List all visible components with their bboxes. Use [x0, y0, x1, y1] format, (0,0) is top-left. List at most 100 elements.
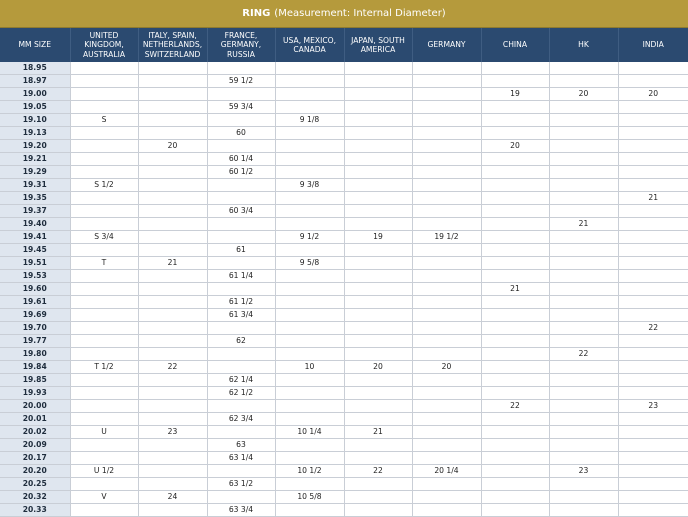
- size-cell: [138, 230, 208, 244]
- size-cell: 10 5/8: [275, 490, 345, 504]
- size-cell: [412, 269, 482, 283]
- size-cell: [412, 74, 482, 88]
- size-cell: [275, 438, 345, 452]
- size-cell: 9 1/8: [275, 113, 345, 127]
- size-cell: S 3/4: [70, 230, 139, 244]
- size-cell: 63 1/4: [207, 451, 276, 465]
- size-cell: V: [70, 490, 139, 504]
- size-cell: [481, 217, 550, 231]
- table-row: 19.93 62 1/2: [0, 386, 688, 400]
- size-cell: [549, 165, 619, 179]
- size-cell: 62 1/4: [207, 373, 276, 387]
- ring-size-table: MM SIZE UNITED KINGDOM, AUSTRALIA ITALY, S…: [0, 28, 688, 517]
- size-cell: [70, 217, 139, 231]
- size-cell: [275, 477, 345, 491]
- size-cell: [618, 113, 688, 127]
- size-cell: [344, 126, 413, 140]
- size-cell: [275, 399, 345, 413]
- mm-size-cell: 19.93: [0, 386, 71, 400]
- mm-size-cell: 19.69: [0, 308, 71, 322]
- size-cell: [138, 438, 208, 452]
- size-cell: [412, 282, 482, 296]
- mm-size-cell: 18.95: [0, 62, 71, 75]
- size-cell: [412, 412, 482, 426]
- size-cell: [412, 438, 482, 452]
- size-cell: [344, 490, 413, 504]
- size-cell: [275, 165, 345, 179]
- table-row: 19.31 S 1/2 9 3/8: [0, 178, 688, 192]
- size-cell: [549, 204, 619, 218]
- size-cell: [70, 503, 139, 517]
- size-cell: [344, 334, 413, 348]
- size-cell: [481, 321, 550, 335]
- column-header: FRANCE, GERMANY, RUSSIA: [207, 28, 276, 62]
- size-cell: 21: [618, 191, 688, 205]
- size-cell: 22: [618, 321, 688, 335]
- table-row: 19.40 21: [0, 217, 688, 231]
- size-cell: 61 1/2: [207, 295, 276, 309]
- size-cell: [481, 256, 550, 270]
- size-cell: [481, 334, 550, 348]
- size-cell: [618, 464, 688, 478]
- size-cell: [481, 100, 550, 114]
- mm-size-cell: 19.13: [0, 126, 71, 140]
- size-cell: [618, 256, 688, 270]
- size-cell: [481, 204, 550, 218]
- mm-size-cell: 20.32: [0, 490, 71, 504]
- title-subtitle: (Measurement: Internal Diameter): [274, 8, 446, 19]
- size-cell: [344, 308, 413, 322]
- size-cell: 21: [138, 256, 208, 270]
- size-cell: [412, 373, 482, 387]
- table-row: 19.37 60 3/4: [0, 204, 688, 218]
- column-header: GERMANY: [412, 28, 482, 62]
- mm-size-cell: 19.37: [0, 204, 71, 218]
- size-cell: [138, 282, 208, 296]
- size-cell: [70, 308, 139, 322]
- size-cell: [207, 360, 276, 374]
- size-cell: [549, 113, 619, 127]
- size-cell: [70, 62, 139, 75]
- size-cell: [70, 386, 139, 400]
- size-cell: [70, 477, 139, 491]
- size-cell: [207, 464, 276, 478]
- size-cell: [344, 113, 413, 127]
- size-cell: [344, 191, 413, 205]
- size-cell: [138, 321, 208, 335]
- size-cell: [412, 217, 482, 231]
- table-title: RING (Measurement: Internal Diameter): [0, 0, 688, 28]
- size-cell: [275, 126, 345, 140]
- size-cell: [275, 269, 345, 283]
- size-cell: [549, 178, 619, 192]
- size-cell: 24: [138, 490, 208, 504]
- size-cell: [344, 269, 413, 283]
- size-cell: [138, 477, 208, 491]
- size-cell: [70, 399, 139, 413]
- size-cell: [549, 399, 619, 413]
- size-cell: [481, 191, 550, 205]
- size-cell: [412, 178, 482, 192]
- size-cell: [412, 451, 482, 465]
- mm-size-cell: 18.97: [0, 74, 71, 88]
- size-cell: [549, 62, 619, 75]
- table-row: 19.13 60: [0, 126, 688, 140]
- size-cell: [70, 438, 139, 452]
- size-cell: [344, 477, 413, 491]
- size-cell: [618, 334, 688, 348]
- size-cell: [618, 477, 688, 491]
- size-cell: [275, 74, 345, 88]
- size-cell: [138, 165, 208, 179]
- size-cell: [549, 334, 619, 348]
- size-cell: [618, 269, 688, 283]
- size-cell: [207, 113, 276, 127]
- size-cell: 9 5/8: [275, 256, 345, 270]
- size-cell: 10 1/4: [275, 425, 345, 439]
- size-cell: [70, 373, 139, 387]
- size-cell: [618, 204, 688, 218]
- size-cell: [344, 321, 413, 335]
- size-cell: [481, 178, 550, 192]
- size-cell: [618, 503, 688, 517]
- mm-size-cell: 20.25: [0, 477, 71, 491]
- table-row: 19.77 62: [0, 334, 688, 348]
- size-cell: [549, 139, 619, 153]
- size-cell: [412, 243, 482, 257]
